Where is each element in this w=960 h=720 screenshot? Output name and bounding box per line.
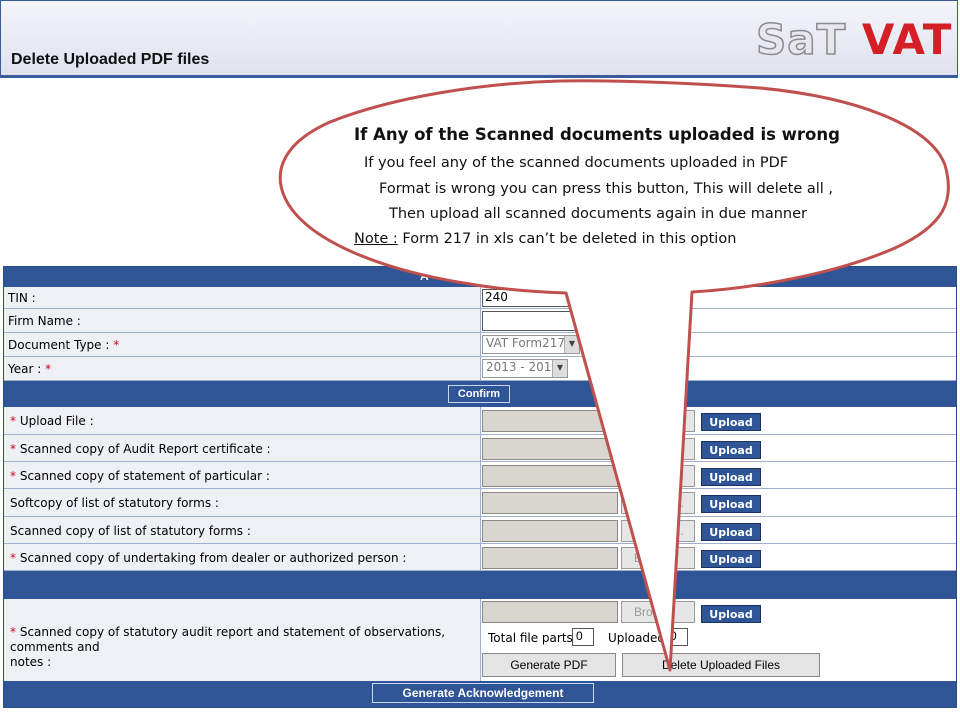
callout-heading: If Any of the Scanned documents uploaded… bbox=[354, 125, 840, 144]
firm-name-input[interactable] bbox=[482, 311, 582, 331]
year-row: Year : * 2013 - 2014 ▼ bbox=[4, 357, 956, 381]
upload-button[interactable]: Upload bbox=[701, 523, 761, 541]
total-file-parts-label: Total file parts bbox=[488, 631, 573, 645]
upload-row: Softcopy of list of statutory forms : Br… bbox=[4, 489, 956, 517]
upload-button[interactable]: Upload bbox=[701, 605, 761, 623]
document-type-select[interactable]: VAT Form217 ▼ bbox=[482, 335, 580, 354]
upload-row: * Upload File : Browse... Upload bbox=[4, 407, 956, 435]
tin-label: TIN : bbox=[8, 291, 36, 305]
page-header: Delete Uploaded PDF files SaT VAT bbox=[0, 0, 958, 78]
file-path-input[interactable] bbox=[482, 465, 618, 487]
callout-note: Note : Form 217 in xls can’t be deleted … bbox=[354, 231, 737, 247]
upload-button[interactable]: Upload bbox=[701, 441, 761, 459]
file-path-input[interactable] bbox=[482, 547, 618, 569]
browse-button[interactable]: B bbox=[621, 547, 695, 569]
browse-button[interactable]: Browse... bbox=[621, 492, 695, 514]
audit-report-row: * Scanned copy of statutory audit report… bbox=[4, 599, 956, 681]
confirm-button[interactable]: Confirm bbox=[448, 385, 510, 403]
upload-button[interactable]: Upload bbox=[701, 495, 761, 513]
firm-name-label: Firm Name : bbox=[8, 314, 81, 328]
browse-button[interactable]: Browse... bbox=[621, 465, 695, 487]
file-path-input[interactable] bbox=[482, 520, 618, 542]
year-select[interactable]: 2013 - 2014 ▼ bbox=[482, 359, 568, 378]
document-type-label: Document Type : bbox=[8, 338, 110, 352]
tin-row: TIN : 240 bbox=[4, 287, 956, 309]
generate-acknowledgement-button[interactable]: Generate Acknowledgement bbox=[372, 683, 594, 703]
file-path-input[interactable] bbox=[482, 601, 618, 623]
browse-button[interactable]: Browse... bbox=[621, 410, 695, 432]
callout-line: Format is wrong you can press this butto… bbox=[379, 181, 834, 197]
callout-line: If you feel any of the scanned documents… bbox=[364, 155, 789, 171]
upload-button[interactable]: Upload bbox=[701, 413, 761, 431]
chevron-down-icon: ▼ bbox=[552, 360, 567, 377]
upload-row: * Scanned copy of undertaking from deale… bbox=[4, 544, 956, 571]
firm-name-row: Firm Name : bbox=[4, 309, 956, 333]
tin-input[interactable]: 240 bbox=[482, 289, 582, 307]
uploaded-count: 0 bbox=[666, 628, 688, 646]
browse-button[interactable]: Browse... bbox=[621, 520, 695, 542]
section-band bbox=[4, 571, 956, 599]
document-type-row: Document Type : * VAT Form217 ▼ bbox=[4, 333, 956, 357]
browse-button[interactable]: Browse... bbox=[621, 438, 695, 460]
file-path-input[interactable] bbox=[482, 492, 618, 514]
page-title: Delete Uploaded PDF files bbox=[11, 51, 210, 68]
file-path-input[interactable] bbox=[482, 438, 618, 460]
chevron-down-icon: ▼ bbox=[564, 336, 579, 353]
form-header-band: A bbox=[4, 267, 956, 287]
upload-button[interactable]: Upload bbox=[701, 468, 761, 486]
delete-uploaded-files-button[interactable]: Delete Uploaded Files bbox=[622, 653, 820, 677]
upload-button[interactable]: Upload bbox=[701, 550, 761, 568]
upload-row: Scanned copy of list of statutory forms … bbox=[4, 517, 956, 544]
upload-form: A TIN : 240 Firm Name : Document Type : … bbox=[3, 266, 957, 708]
uploaded-label: Uploaded bbox=[608, 631, 666, 645]
callout-line: Then upload all scanned documents again … bbox=[389, 206, 807, 222]
upload-row: * Scanned copy of statement of particula… bbox=[4, 462, 956, 489]
upload-row: * Scanned copy of Audit Report certifica… bbox=[4, 435, 956, 462]
total-file-parts-input[interactable]: 0 bbox=[572, 628, 594, 646]
generate-pdf-button[interactable]: Generate PDF bbox=[482, 653, 616, 677]
file-path-input[interactable] bbox=[482, 410, 618, 432]
sat-vat-logo: SaT VAT bbox=[755, 14, 953, 65]
year-label: Year : bbox=[8, 362, 42, 376]
browse-button[interactable]: Brow bbox=[621, 601, 695, 623]
